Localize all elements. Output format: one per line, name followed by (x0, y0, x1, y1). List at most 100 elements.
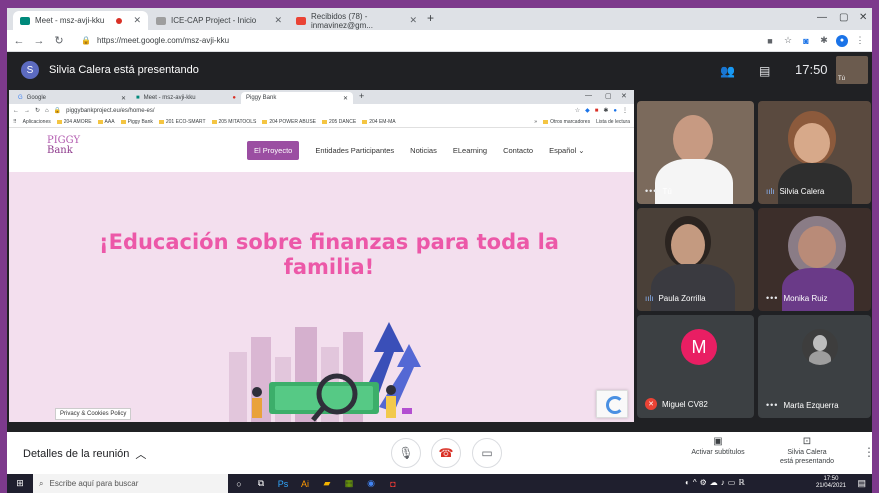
participant-name: Miguel CV82 (662, 399, 708, 409)
presenting-label-2: está presentando (779, 458, 835, 465)
browser-tab-bar: Meet - msz-avji-kku ✕ ICE-CAP Project - … (7, 8, 872, 30)
hero-section: ¡Educación sobre finanzas para toda la f… (9, 172, 634, 422)
recording-dot-icon (115, 17, 122, 24)
window-close-icon[interactable]: ✕ (859, 12, 867, 23)
notifications-icon[interactable]: ▤ (857, 478, 866, 489)
bookmark-item: AAA (98, 119, 115, 125)
reload-icon: ↻ (35, 108, 41, 114)
bookmark-item: Aplicaciones (22, 119, 51, 125)
extension-icon[interactable]: ◙ (800, 36, 812, 46)
kebab-menu-icon: ⋮ (622, 108, 628, 114)
puzzle-icon[interactable]: ✱ (818, 35, 830, 46)
participant-tile-paula[interactable]: ıılı Paula Zorrilla (637, 208, 754, 311)
presenter-avatar: S (21, 61, 39, 79)
meeting-details-button[interactable]: Detalles de la reunión ︿ (23, 446, 146, 462)
participant-label: ıılı Silvia Calera (766, 187, 824, 196)
camera-icon[interactable]: ■ (764, 36, 776, 46)
more-options-icon[interactable]: ⋮ (863, 445, 872, 459)
participant-tile-monika[interactable]: ••• Monika Ruiz (758, 208, 871, 311)
participant-tile-marta[interactable]: ••• Marta Ezquerra (758, 315, 871, 418)
close-icon[interactable]: ✕ (409, 15, 417, 26)
site-favicon-icon (156, 16, 166, 25)
shared-screen: G Google ✕ ■ Meet - msz-avji-kku ● Piggy… (9, 90, 634, 422)
menu-item-language: Español ⌄ (549, 146, 585, 155)
illustrator-icon[interactable]: Ai (294, 479, 316, 489)
close-icon[interactable]: ✕ (274, 15, 282, 26)
bookmark-item: Lista de lectura (596, 119, 630, 125)
chat-icon[interactable]: ▤ (759, 64, 770, 78)
shared-toolbar: ← → ↻ ⌂ 🔒 piggybankproject.eu/es/home-es… (9, 104, 634, 117)
presenting-label-1: Silvia Calera (787, 449, 827, 456)
hang-up-button[interactable]: ☎ (431, 438, 461, 468)
tab-title: Meet - msz-avji-kku (35, 16, 105, 25)
participant-tile-miguel[interactable]: M ✕ Miguel CV82 (637, 315, 754, 418)
system-tray-icons[interactable]: ◐^⚙☁♪▭ℝ (685, 478, 748, 487)
video-camera-icon: ▭ (481, 446, 493, 460)
address-bar[interactable]: 🔒 https://meet.google.com/msz-avji-kku (75, 33, 764, 49)
shared-tab-title: Google (26, 95, 47, 101)
new-tab-plus-icon[interactable]: + (427, 11, 434, 25)
tab-gmail[interactable]: Recibidos (78) - inmavinez@gm... ✕ (289, 11, 424, 30)
window-close-icon: ✕ (621, 93, 627, 100)
task-view-icon[interactable]: ⧉ (250, 478, 272, 489)
presenting-button[interactable]: ⊡ Silvia Calera está presentando (771, 437, 843, 466)
chevron-right-icon: » (534, 119, 538, 125)
forward-arrow-icon[interactable]: → (31, 35, 47, 47)
browser-toolbar: ← → ↻ 🔒 https://meet.google.com/msz-avji… (7, 30, 872, 52)
shared-tab-meet: ■ Meet - msz-avji-kku ● (131, 92, 241, 104)
speaking-bars-icon: ıılı (766, 187, 775, 196)
more-dots-icon: ••• (766, 400, 779, 410)
participant-name: Silvia Calera (779, 187, 825, 196)
store-icon[interactable]: ▦ (338, 478, 360, 489)
participant-label: ••• Monika Ruiz (766, 293, 827, 303)
minimize-icon[interactable]: — (817, 12, 827, 23)
bookmark-item: 205 MITATOOLS (212, 119, 257, 125)
piggy-bank-logo: PIGGY Bank (47, 136, 80, 156)
recording-dot-icon: ● (232, 95, 236, 101)
menu-item-entidades: Entidades Participantes (315, 146, 395, 155)
tab-ice-cap[interactable]: ICE-CAP Project - Inicio ✕ (149, 11, 289, 30)
star-icon[interactable]: ☆ (782, 35, 794, 46)
bookmark-item: Otros marcadores (543, 119, 590, 125)
meeting-clock: 17:50 (795, 62, 828, 77)
finance-illustration (229, 322, 421, 422)
participant-avatar (802, 329, 838, 365)
meet-header: S Silvia Calera está presentando 👥 ▤ 17:… (7, 52, 872, 88)
screenshot-frame: Meet - msz-avji-kku ✕ ICE-CAP Project - … (7, 8, 872, 493)
participant-tile-tu[interactable]: ••• Tú (637, 101, 754, 204)
mic-off-icon: ✕ (645, 398, 657, 410)
file-explorer-icon[interactable]: ▰ (316, 478, 338, 489)
tab-meet[interactable]: Meet - msz-avji-kku ✕ (13, 11, 148, 30)
people-icon[interactable]: 👥 (720, 64, 735, 78)
shared-tab-title: Piggy Bank (246, 95, 277, 101)
google-favicon-icon: G (18, 95, 23, 101)
participant-tile-silvia[interactable]: ıılı Silvia Calera (758, 101, 871, 204)
self-preview-thumbnail[interactable]: Tú (836, 56, 868, 84)
microphone-button[interactable]: 🎙 (391, 438, 421, 468)
puzzle-icon: ✱ (603, 108, 609, 114)
extension-icon: ◆ (585, 108, 590, 114)
reload-icon[interactable]: ↻ (51, 34, 67, 47)
captions-button[interactable]: ▣ Activar subtítulos (685, 437, 751, 457)
chrome-icon[interactable]: ◉ (360, 478, 382, 489)
close-icon[interactable]: ✕ (133, 15, 141, 26)
participant-label: ••• Marta Ezquerra (766, 400, 839, 410)
kebab-menu-icon[interactable]: ⋮ (854, 35, 866, 46)
taskbar-search-box[interactable]: ⌕ Escribe aquí para buscar (33, 474, 228, 493)
back-arrow-icon[interactable]: ← (11, 35, 27, 47)
hero-headline: ¡Educación sobre finanzas para toda la f… (49, 230, 609, 280)
maximize-icon[interactable]: ▢ (839, 12, 848, 23)
acrobat-icon[interactable]: ◘ (382, 479, 404, 489)
maximize-icon: ▢ (605, 93, 612, 100)
profile-avatar[interactable]: ● (836, 34, 848, 47)
lock-icon: 🔒 (81, 36, 91, 45)
taskbar-time: 17:50 (823, 476, 839, 482)
search-placeholder: Escribe aquí para buscar (49, 479, 139, 488)
windows-start-icon[interactable]: ⊞ (7, 478, 33, 489)
close-icon: ✕ (342, 95, 348, 102)
photoshop-icon[interactable]: Ps (272, 479, 294, 489)
cortana-icon[interactable]: ○ (228, 479, 250, 489)
participant-avatar: M (681, 329, 717, 365)
camera-button[interactable]: ▭ (472, 438, 502, 468)
taskbar-clock[interactable]: 17:50 21/04/2021 (816, 476, 846, 490)
